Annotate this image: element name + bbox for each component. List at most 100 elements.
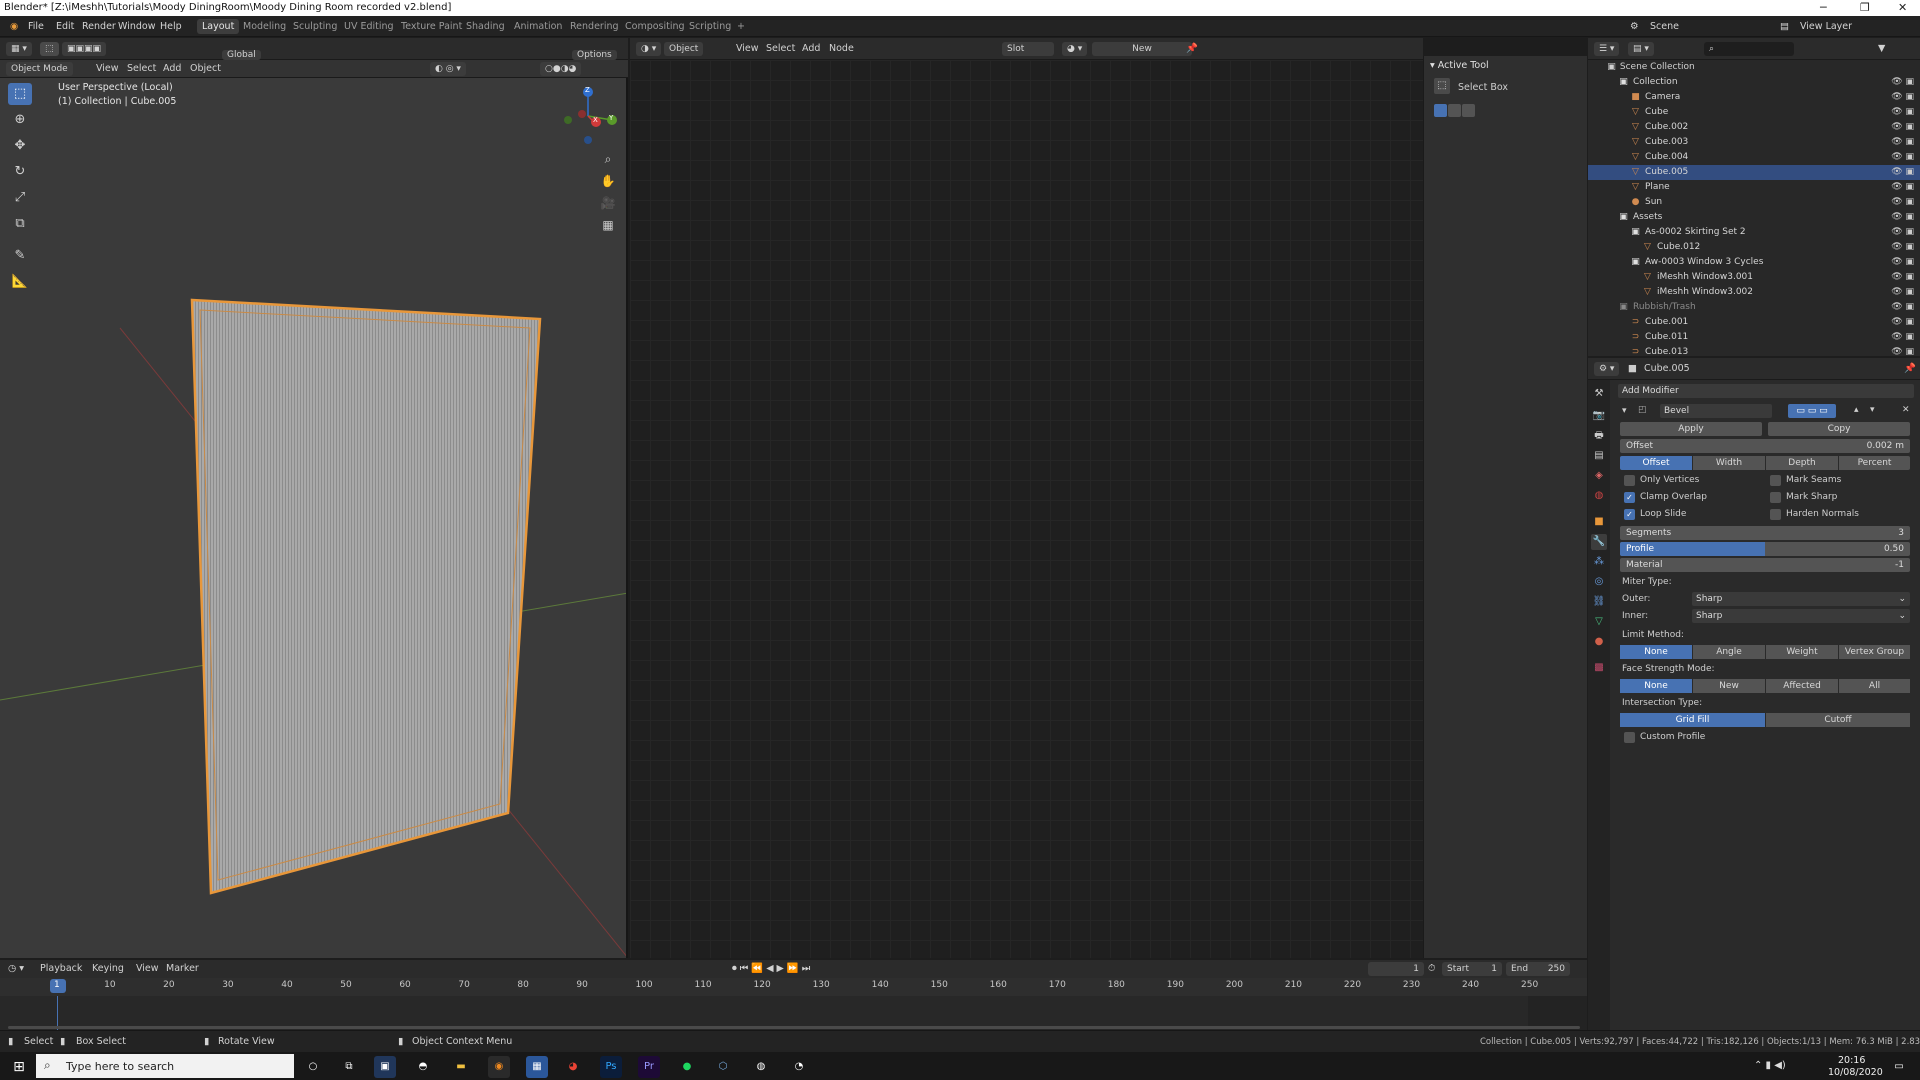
current-frame-field[interactable]: 1 [1368,962,1424,976]
intersection-cutoff[interactable]: Cutoff [1766,713,1910,727]
apply-button[interactable]: Apply [1620,422,1762,436]
scene-selector[interactable]: Scene [1646,19,1683,34]
material-browse-icon[interactable]: ◕ ▾ [1062,42,1088,56]
outliner-row[interactable]: ▣ As-0002 Skirting Set 2 👁 ▣ [1588,225,1920,240]
display-mode-icon[interactable]: ▤ ▾ [1628,42,1654,56]
timeline-editor-type-icon[interactable]: ◷ ▾ [8,962,24,976]
visibility-toggle-icon[interactable]: 👁 ▣ [1891,180,1914,195]
outliner-row[interactable]: ▣ Rubbish/Trash 👁 ▣ [1588,300,1920,315]
physics-tab-icon[interactable]: ◎ [1591,574,1607,590]
calculator-icon[interactable]: ▦ [526,1056,548,1078]
blender-logo-icon[interactable]: ◉ [6,19,22,34]
app-icon-4[interactable]: ◍ [750,1056,772,1078]
scene-collection-row[interactable]: ▣ Scene Collection [1588,60,1920,75]
filter-icon[interactable]: ▼ [1878,42,1885,56]
outliner-search-input[interactable]: ⌕ [1704,42,1794,56]
workspace-tab-sculpting[interactable]: Sculpting [288,19,342,34]
overlay-toggles[interactable]: ◐ ◎ ▾ [430,62,466,76]
visibility-toggle-icon[interactable]: 👁 ▣ [1891,195,1914,210]
pin-icon[interactable]: 📌 [1186,42,1198,56]
measure-tool-icon[interactable]: 📐 [8,271,32,293]
visibility-toggle-icon[interactable]: 👁 ▣ [1891,255,1914,270]
particles-tab-icon[interactable]: ⁂ [1591,554,1607,570]
workspace-tab-rendering[interactable]: Rendering [565,19,624,34]
scale-tool-icon[interactable]: ⤢ [8,187,32,209]
transform-orientation[interactable]: Global [222,50,261,60]
active-tool-header[interactable]: ▾ Active Tool [1430,60,1489,71]
width-type-width[interactable]: Width [1693,456,1765,470]
width-type-offset[interactable]: Offset [1620,456,1692,470]
cortana-icon[interactable]: ○ [302,1056,324,1078]
material-tab-icon[interactable]: ● [1591,634,1607,650]
scene-tab-icon[interactable]: ◈ [1591,468,1607,484]
shading-modes[interactable]: ○●◑◕ [540,62,582,76]
visibility-toggle-icon[interactable]: 👁 ▣ [1891,270,1914,285]
outliner-row[interactable]: ▽ Cube.005 👁 ▣ [1588,165,1920,180]
custom-profile-checkbox[interactable] [1624,732,1635,743]
menu-file[interactable]: File [24,19,48,34]
modifier-name-field[interactable]: Bevel [1660,404,1772,418]
output-tab-icon[interactable]: 🖶 [1591,428,1607,444]
select-box-tool-icon[interactable]: ⬚ [8,83,32,105]
segments-field[interactable]: Segments 3 [1620,526,1910,540]
workspace-tab-texture-paint[interactable]: Texture Paint [396,19,467,34]
outliner-row[interactable]: ▽ Cube.004 👁 ▣ [1588,150,1920,165]
app-icon-3[interactable]: ⬡ [712,1056,734,1078]
tray-icons[interactable]: ⌃ ▮ ◀) [1754,1060,1786,1071]
inner-miter-dropdown[interactable]: Sharp ⌄ [1692,609,1910,623]
view-layer-tab-icon[interactable]: ▤ [1591,448,1607,464]
app-icon-5[interactable]: ◔ [788,1056,810,1078]
menu-window[interactable]: Window [114,19,159,34]
viewport-menu-select[interactable]: Select [127,62,156,76]
file-explorer-icon[interactable]: ▬ [450,1056,472,1078]
offset-field[interactable]: Offset 0.002 m [1620,439,1910,453]
visibility-toggle-icon[interactable]: 👁 ▣ [1891,315,1914,330]
clamp-overlap-checkbox[interactable]: ✓ [1624,492,1635,503]
playback-controls[interactable]: ⏺ ⏮ ⏪ ◀ ▶ ⏩ ⏭ [732,962,810,976]
add-modifier-dropdown[interactable]: Add Modifier [1618,384,1914,398]
face-strength-new[interactable]: New [1693,679,1765,693]
ortho-grid-icon[interactable]: ▦ [598,218,618,236]
timeline-menu-keying[interactable]: Keying [92,962,124,976]
menu-help[interactable]: Help [156,19,186,34]
face-strength-none[interactable]: None [1620,679,1692,693]
outliner-row[interactable]: ▣ Assets 👁 ▣ [1588,210,1920,225]
harden-normals-checkbox[interactable] [1770,509,1781,520]
app-icon-1[interactable]: ▣ [374,1056,396,1078]
move-tool-icon[interactable]: ✥ [8,135,32,157]
camera-view-icon[interactable]: 🎥 [598,196,618,214]
modifier-tab-icon[interactable]: 🔧 [1591,534,1607,550]
premiere-icon[interactable]: Pr [638,1056,660,1078]
modifier-collapse-icon[interactable]: ▾ [1622,406,1627,416]
blender-taskbar-icon[interactable]: ◉ [488,1056,510,1078]
properties-editor-type-icon[interactable]: ⚙ ▾ [1594,362,1620,376]
workspace-tab-uv-editing[interactable]: UV Editing [339,19,399,34]
viewport-menu-add[interactable]: Add [163,62,181,76]
timeline-menu-view[interactable]: View [136,962,159,976]
preview-range-icon[interactable]: ⏱ [1428,962,1435,976]
end-frame-field[interactable]: End 250 [1506,962,1570,976]
new-material-button[interactable]: New [1092,42,1192,56]
visibility-toggle-icon[interactable]: 👁 ▣ [1891,285,1914,300]
viewport-menu-object[interactable]: Object [190,62,221,76]
start-frame-field[interactable]: Start 1 [1442,962,1502,976]
workspace-tab-shading[interactable]: Shading [461,19,510,34]
limit-none[interactable]: None [1620,645,1692,659]
move-down-icon[interactable]: ▾ [1870,405,1875,415]
annotate-tool-icon[interactable]: ✎ [8,245,32,267]
constraints-tab-icon[interactable]: ⛓ [1591,594,1607,610]
outliner-row[interactable]: ■ Camera 👁 ▣ [1588,90,1920,105]
select-mode-icon[interactable]: ⬚ [40,42,59,56]
app-icon-2[interactable]: ◓ [412,1056,434,1078]
timeline-menu-playback[interactable]: Playback [40,962,82,976]
taskbar-search-box[interactable]: ⌕ Type here to search [36,1054,294,1078]
node-menu-select[interactable]: Select [766,42,795,56]
rotate-tool-icon[interactable]: ↻ [8,161,32,183]
workspace-tab-compositing[interactable]: Compositing [620,19,690,34]
node-editor-canvas[interactable] [630,60,1423,958]
material-slot-dropdown[interactable]: Slot [1002,42,1054,56]
intersection-grid-fill[interactable]: Grid Fill [1620,713,1765,727]
outliner-row[interactable]: ▽ Plane 👁 ▣ [1588,180,1920,195]
workspace-tab-scripting[interactable]: Scripting [684,19,736,34]
limit-angle[interactable]: Angle [1693,645,1765,659]
